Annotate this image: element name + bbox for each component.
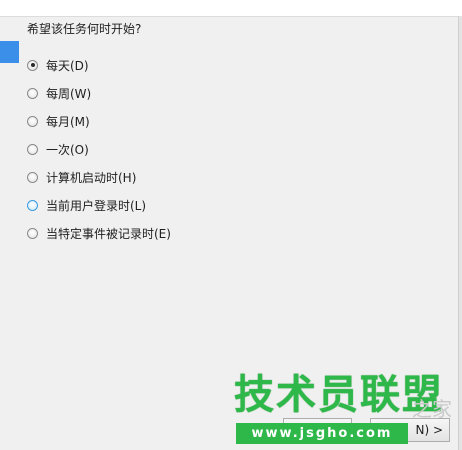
option-at-startup[interactable]: 计算机启动时(H) <box>27 163 171 191</box>
header-divider <box>0 16 462 17</box>
radio-button[interactable] <box>27 199 38 211</box>
option-monthly[interactable]: 每月(M) <box>27 107 171 135</box>
option-label: 计算机启动时(H) <box>46 170 137 185</box>
wizard-step-indicator <box>0 41 19 63</box>
option-label: 一次(O) <box>46 142 89 157</box>
trigger-question: 希望该任务何时开始? <box>27 22 142 36</box>
option-once[interactable]: 一次(O) <box>27 135 171 163</box>
option-at-logon[interactable]: 当前用户登录时(L) <box>27 191 171 219</box>
watermark-faint-text: 之家 <box>412 397 452 421</box>
radio-button[interactable] <box>27 115 38 127</box>
radio-button[interactable] <box>27 143 38 155</box>
trigger-options: 每天(D) 每周(W) 每月(M) 一次(O) 计算机启动时(H) 当前用户登录… <box>27 51 171 247</box>
option-weekly[interactable]: 每周(W) <box>27 79 171 107</box>
radio-button[interactable] <box>27 227 38 239</box>
window-right-edge <box>458 16 462 450</box>
radio-button[interactable] <box>27 171 38 183</box>
radio-button[interactable] <box>27 87 38 99</box>
option-on-event[interactable]: 当特定事件被记录时(E) <box>27 219 171 247</box>
option-label: 当特定事件被记录时(E) <box>46 226 171 241</box>
radio-button[interactable] <box>27 59 38 71</box>
option-label: 每天(D) <box>46 58 89 73</box>
option-label: 每周(W) <box>46 86 92 101</box>
option-daily[interactable]: 每天(D) <box>27 51 171 79</box>
option-label: 每月(M) <box>46 114 90 129</box>
option-label: 当前用户登录时(L) <box>46 198 147 213</box>
dialog-header-strip <box>0 0 462 16</box>
watermark-url: www.jsgho.com <box>236 423 408 444</box>
